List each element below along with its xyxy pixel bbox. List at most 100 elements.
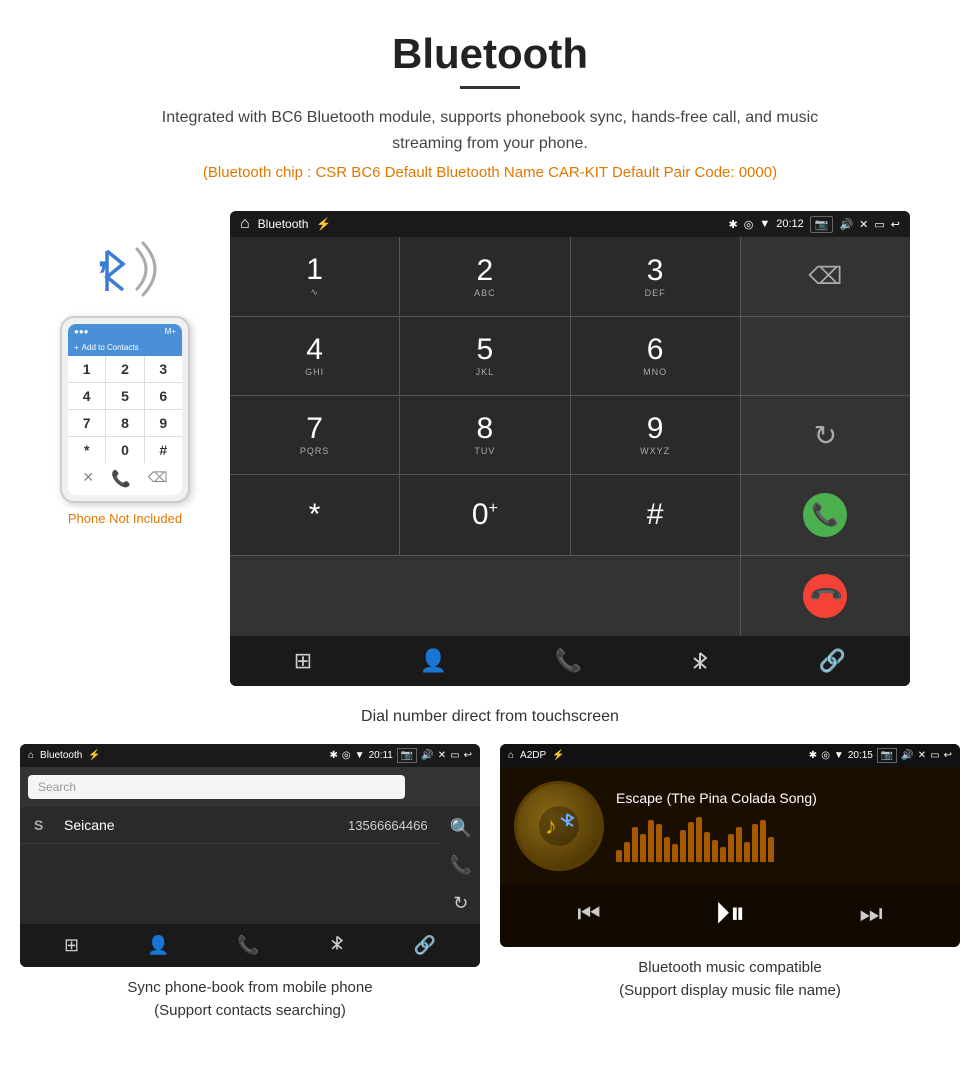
pb-call-icon[interactable]: 📞: [450, 855, 472, 876]
bluetooth-status-icon: ✱: [729, 218, 738, 231]
pb-right-icons: 🔍 📞 ↻: [442, 807, 480, 924]
dialer-key-3[interactable]: 3 DEF: [571, 237, 740, 316]
dialer-refresh-cell[interactable]: ↻: [741, 396, 910, 474]
phone-key-star[interactable]: *: [68, 437, 105, 463]
phone-key-2[interactable]: 2: [106, 356, 143, 382]
usb-icon: ⚡: [316, 217, 331, 231]
pb-back-icon[interactable]: ↩: [464, 750, 472, 761]
eq-bar: [624, 842, 630, 862]
dialer-call-green-cell[interactable]: 📞: [741, 475, 910, 555]
dialer-key-5[interactable]: 5 JKL: [400, 317, 569, 395]
dialer-call-red-cell[interactable]: 📞: [741, 556, 910, 636]
camera-icon[interactable]: 📷: [810, 216, 834, 233]
dialer-key-0[interactable]: 0+: [400, 475, 569, 555]
music-vol-icon[interactable]: 🔊: [901, 750, 913, 761]
eq-bar: [768, 837, 774, 862]
phone-key-1[interactable]: 1: [68, 356, 105, 382]
pb-win-icon[interactable]: ▭: [450, 750, 459, 761]
pb-home-icon[interactable]: ⌂: [28, 750, 34, 761]
phone-bottom-row: ✕ 📞 ⌫: [68, 463, 182, 495]
dialer-key-star[interactable]: *: [230, 475, 399, 555]
pb-search-row: Search: [20, 767, 480, 807]
phone-key-4[interactable]: 4: [68, 383, 105, 409]
phonebook-caption: Sync phone-book from mobile phone (Suppo…: [127, 967, 372, 1022]
refresh-icon: ↻: [814, 419, 837, 452]
dialer-key-2[interactable]: 2 ABC: [400, 237, 569, 316]
nav-bluetooth-icon[interactable]: [689, 650, 711, 672]
call-green-button[interactable]: 📞: [803, 493, 847, 537]
pb-search-box[interactable]: Search: [28, 775, 405, 799]
dialer-key-8[interactable]: 8 TUV: [400, 396, 569, 474]
eq-bar: [616, 850, 622, 862]
nav-contacts-icon[interactable]: 👤: [420, 648, 447, 674]
main-content: ʼ ●●●M+ +Add to Contacts 1 2 3 4: [0, 201, 980, 696]
phone-key-5[interactable]: 5: [106, 383, 143, 409]
android-nav-bar: ⊞ 👤 📞 🔗: [230, 636, 910, 686]
call-red-button[interactable]: 📞: [803, 574, 847, 618]
pb-content-row: S Seicane 13566664466 🔍 📞 ↻: [20, 807, 480, 924]
dialer-key-hash[interactable]: #: [571, 475, 740, 555]
pb-loc-icon: ◎: [342, 750, 351, 761]
dialer-key-7[interactable]: 7 PQRS: [230, 396, 399, 474]
music-home-icon[interactable]: ⌂: [508, 750, 514, 761]
dialer-key-9[interactable]: 9 WXYZ: [571, 396, 740, 474]
eq-bar: [720, 847, 726, 862]
phone-key-3[interactable]: 3: [145, 356, 182, 382]
phone-key-hash[interactable]: #: [145, 437, 182, 463]
music-x-icon[interactable]: ✕: [918, 750, 926, 761]
pb-x-icon[interactable]: ✕: [438, 750, 446, 761]
pb-search-icon[interactable]: 🔍: [450, 818, 472, 839]
page-header: Bluetooth Integrated with BC6 Bluetooth …: [0, 0, 980, 201]
eq-bar: [728, 834, 734, 862]
pb-contact-item[interactable]: S Seicane 13566664466: [20, 807, 442, 844]
pb-nav-phone[interactable]: 📞: [237, 935, 259, 956]
music-loc-icon: ◎: [821, 750, 830, 761]
phone-key-0[interactable]: 0: [106, 437, 143, 463]
eq-bar: [696, 817, 702, 862]
nav-link-icon[interactable]: 🔗: [819, 648, 846, 674]
phone-key-8[interactable]: 8: [106, 410, 143, 436]
dialer-key-4[interactable]: 4 GHI: [230, 317, 399, 395]
time-display: 20:12: [776, 218, 804, 230]
phone-key-7[interactable]: 7: [68, 410, 105, 436]
music-win-icon[interactable]: ▭: [930, 750, 939, 761]
pb-cam-icon[interactable]: 📷: [397, 748, 417, 763]
pb-nav-link[interactable]: 🔗: [414, 935, 436, 956]
close-icon[interactable]: ✕: [859, 218, 868, 231]
phone-key-6[interactable]: 6: [145, 383, 182, 409]
phone-keypad: 1 2 3 4 5 6 7 8 9 * 0 #: [68, 356, 182, 463]
home-icon[interactable]: ⌂: [240, 215, 250, 233]
dialer-key-6[interactable]: 6 MNO: [571, 317, 740, 395]
phone-key-9[interactable]: 9: [145, 410, 182, 436]
next-track-button[interactable]: ⏭: [859, 898, 882, 930]
dialer-backspace-cell[interactable]: ⌫: [741, 237, 910, 316]
volume-icon[interactable]: 🔊: [839, 218, 853, 231]
pb-nav-bt[interactable]: [328, 934, 346, 957]
phone-not-included-label: Phone Not Included: [68, 511, 182, 526]
music-block: ⌂ A2DP ⚡ ✱ ◎ ▼ 20:15 📷 🔊 ✕ ▭ ↩: [500, 744, 960, 1022]
nav-grid-icon[interactable]: ⊞: [294, 648, 312, 674]
pb-usb-icon: ⚡: [88, 750, 100, 761]
music-cam-icon[interactable]: 📷: [877, 748, 897, 763]
music-back-icon[interactable]: ↩: [944, 750, 952, 761]
back-icon[interactable]: ↩: [891, 218, 900, 231]
statusbar-right: ✱ ◎ ▼ 20:12 📷 🔊 ✕ ▭ ↩: [729, 216, 901, 233]
eq-bar: [656, 824, 662, 862]
signal-icon: ▼: [759, 218, 770, 230]
pb-vol-icon[interactable]: 🔊: [421, 750, 433, 761]
pb-nav-contacts[interactable]: 👤: [147, 935, 169, 956]
bluetooth-signal-graphic: ʼ: [85, 231, 165, 311]
window-icon[interactable]: ▭: [874, 218, 884, 231]
phonebook-block: ⌂ Bluetooth ⚡ ✱ ◎ ▼ 20:11 📷 🔊 ✕ ▭ ↩: [20, 744, 480, 1022]
eq-bar: [680, 830, 686, 862]
eq-bar: [744, 842, 750, 862]
pb-refresh-icon[interactable]: ↻: [453, 893, 468, 914]
play-pause-button[interactable]: ⏵⏸: [715, 897, 745, 931]
page-specs: (Bluetooth chip : CSR BC6 Default Blueto…: [20, 164, 960, 181]
music-sig-icon: ▼: [834, 750, 844, 761]
nav-phone-icon[interactable]: 📞: [555, 648, 582, 674]
pb-nav-grid[interactable]: ⊞: [64, 935, 79, 956]
dialer-key-1[interactable]: 1 ∿: [230, 237, 399, 316]
svg-text:♪: ♪: [545, 813, 557, 840]
prev-track-button[interactable]: ⏮: [577, 898, 600, 930]
